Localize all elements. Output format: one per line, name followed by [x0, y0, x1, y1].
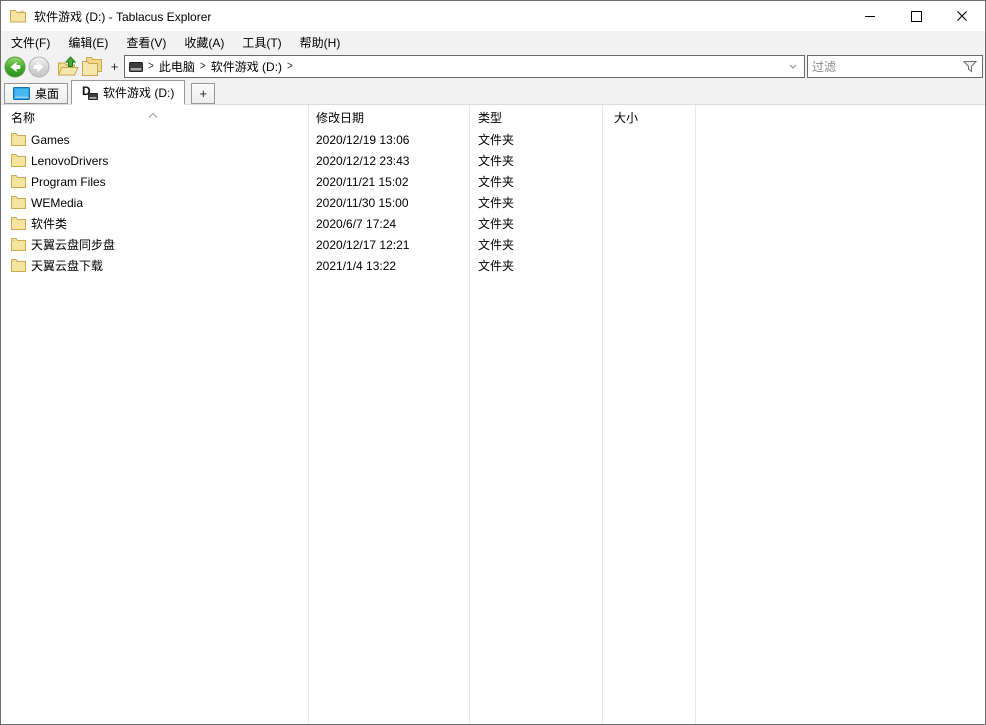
column-header-row: 名称 修改日期 类型 大小	[1, 105, 985, 129]
column-header-modified[interactable]: 修改日期	[308, 109, 469, 126]
forward-icon	[28, 56, 50, 78]
column-header-size[interactable]: 大小	[602, 109, 695, 126]
file-modified: 2020/6/7 17:24	[308, 217, 469, 231]
new-tab-button[interactable]: +	[191, 83, 215, 104]
file-name: Program Files	[31, 175, 106, 189]
forward-button[interactable]	[28, 56, 50, 78]
file-type: 文件夹	[469, 152, 602, 169]
file-list-pane: 名称 修改日期 类型 大小 Games 2020/12/19 13:06 文件夹…	[1, 105, 985, 724]
folder-icon	[11, 154, 26, 167]
drive-d-icon: D	[82, 86, 98, 100]
folder-icon	[11, 133, 26, 146]
file-modified: 2020/11/30 15:00	[308, 196, 469, 210]
file-name: 天翼云盘下载	[31, 257, 103, 274]
file-name: 软件类	[31, 215, 67, 232]
file-type: 文件夹	[469, 131, 602, 148]
add-toolbar-button[interactable]: +	[108, 59, 121, 74]
file-type: 文件夹	[469, 173, 602, 190]
column-header-name[interactable]: 名称	[1, 109, 308, 126]
file-type: 文件夹	[469, 215, 602, 232]
file-modified: 2020/12/19 13:06	[308, 133, 469, 147]
file-row[interactable]: 软件类 2020/6/7 17:24 文件夹	[1, 213, 985, 234]
address-bar[interactable]: > 此电脑 > 软件游戏 (D:) >	[124, 55, 805, 78]
tab-desktop[interactable]: 桌面	[4, 83, 68, 104]
title-bar: 软件游戏 (D:) - Tablacus Explorer	[1, 1, 985, 31]
drive-icon	[129, 62, 143, 72]
menu-favorites[interactable]: 收藏(A)	[175, 31, 233, 53]
column-separator[interactable]	[308, 105, 309, 724]
funnel-icon	[963, 60, 977, 73]
folder-icon	[10, 9, 26, 23]
file-type: 文件夹	[469, 236, 602, 253]
column-separator[interactable]	[695, 105, 696, 724]
breadcrumb-separator: >	[200, 60, 206, 73]
folder-icon	[11, 259, 26, 272]
file-modified: 2020/12/17 12:21	[308, 238, 469, 252]
menu-help[interactable]: 帮助(H)	[291, 31, 350, 53]
file-modified: 2021/1/4 13:22	[308, 259, 469, 273]
close-button[interactable]	[939, 1, 985, 31]
tab-bar: 桌面 D 软件游戏 (D:) +	[1, 80, 985, 105]
chevron-down-icon	[789, 64, 797, 69]
folders-button[interactable]	[81, 57, 105, 76]
menu-edit[interactable]: 编辑(E)	[59, 31, 117, 53]
file-type: 文件夹	[469, 194, 602, 211]
file-name: LenovoDrivers	[31, 154, 108, 168]
toolbar: + > 此电脑 > 软件游戏 (D:) >	[1, 53, 985, 80]
folders-icon	[81, 57, 105, 76]
maximize-icon	[911, 11, 922, 22]
close-icon	[957, 11, 967, 21]
column-header-type[interactable]: 类型	[469, 109, 602, 126]
tab-drive-d[interactable]: D 软件游戏 (D:)	[71, 80, 185, 105]
window-title: 软件游戏 (D:) - Tablacus Explorer	[34, 8, 211, 25]
file-row[interactable]: Games 2020/12/19 13:06 文件夹	[1, 129, 985, 150]
file-row[interactable]: LenovoDrivers 2020/12/12 23:43 文件夹	[1, 150, 985, 171]
menu-file[interactable]: 文件(F)	[2, 31, 59, 53]
minimize-icon	[865, 16, 875, 17]
breadcrumb-separator: >	[148, 60, 154, 73]
file-row[interactable]: WEMedia 2020/11/30 15:00 文件夹	[1, 192, 985, 213]
folder-icon	[11, 217, 26, 230]
file-modified: 2020/12/12 23:43	[308, 154, 469, 168]
filter-input[interactable]	[808, 56, 963, 77]
folder-icon	[11, 175, 26, 188]
folder-icon	[11, 238, 26, 251]
file-row[interactable]: 天翼云盘下载 2021/1/4 13:22 文件夹	[1, 255, 985, 276]
desktop-icon	[13, 87, 30, 100]
file-modified: 2020/11/21 15:02	[308, 175, 469, 189]
tab-label: 软件游戏 (D:)	[103, 84, 174, 101]
back-icon	[4, 56, 26, 78]
address-dropdown-button[interactable]	[785, 56, 801, 77]
menu-view[interactable]: 查看(V)	[117, 31, 175, 53]
minimize-button[interactable]	[847, 1, 893, 31]
maximize-button[interactable]	[893, 1, 939, 31]
app-window: 软件游戏 (D:) - Tablacus Explorer 文件(F) 编辑(E…	[0, 0, 986, 725]
file-name: Games	[31, 133, 70, 147]
menu-bar: 文件(F) 编辑(E) 查看(V) 收藏(A) 工具(T) 帮助(H)	[1, 31, 985, 53]
column-separator[interactable]	[602, 105, 603, 724]
file-type: 文件夹	[469, 257, 602, 274]
file-row[interactable]: 天翼云盘同步盘 2020/12/17 12:21 文件夹	[1, 234, 985, 255]
folder-icon	[11, 196, 26, 209]
tab-label: 桌面	[35, 85, 59, 102]
back-button[interactable]	[4, 56, 26, 78]
up-icon	[57, 56, 79, 77]
filter-box	[807, 55, 983, 78]
breadcrumb-this-pc[interactable]: 此电脑	[159, 58, 195, 75]
file-name: WEMedia	[31, 196, 83, 210]
menu-tools[interactable]: 工具(T)	[233, 31, 290, 53]
column-separator[interactable]	[469, 105, 470, 724]
up-button[interactable]	[57, 56, 79, 77]
file-row[interactable]: Program Files 2020/11/21 15:02 文件夹	[1, 171, 985, 192]
breadcrumb-separator: >	[287, 60, 293, 73]
breadcrumb-current-drive[interactable]: 软件游戏 (D:)	[211, 58, 282, 75]
file-name: 天翼云盘同步盘	[31, 236, 115, 253]
